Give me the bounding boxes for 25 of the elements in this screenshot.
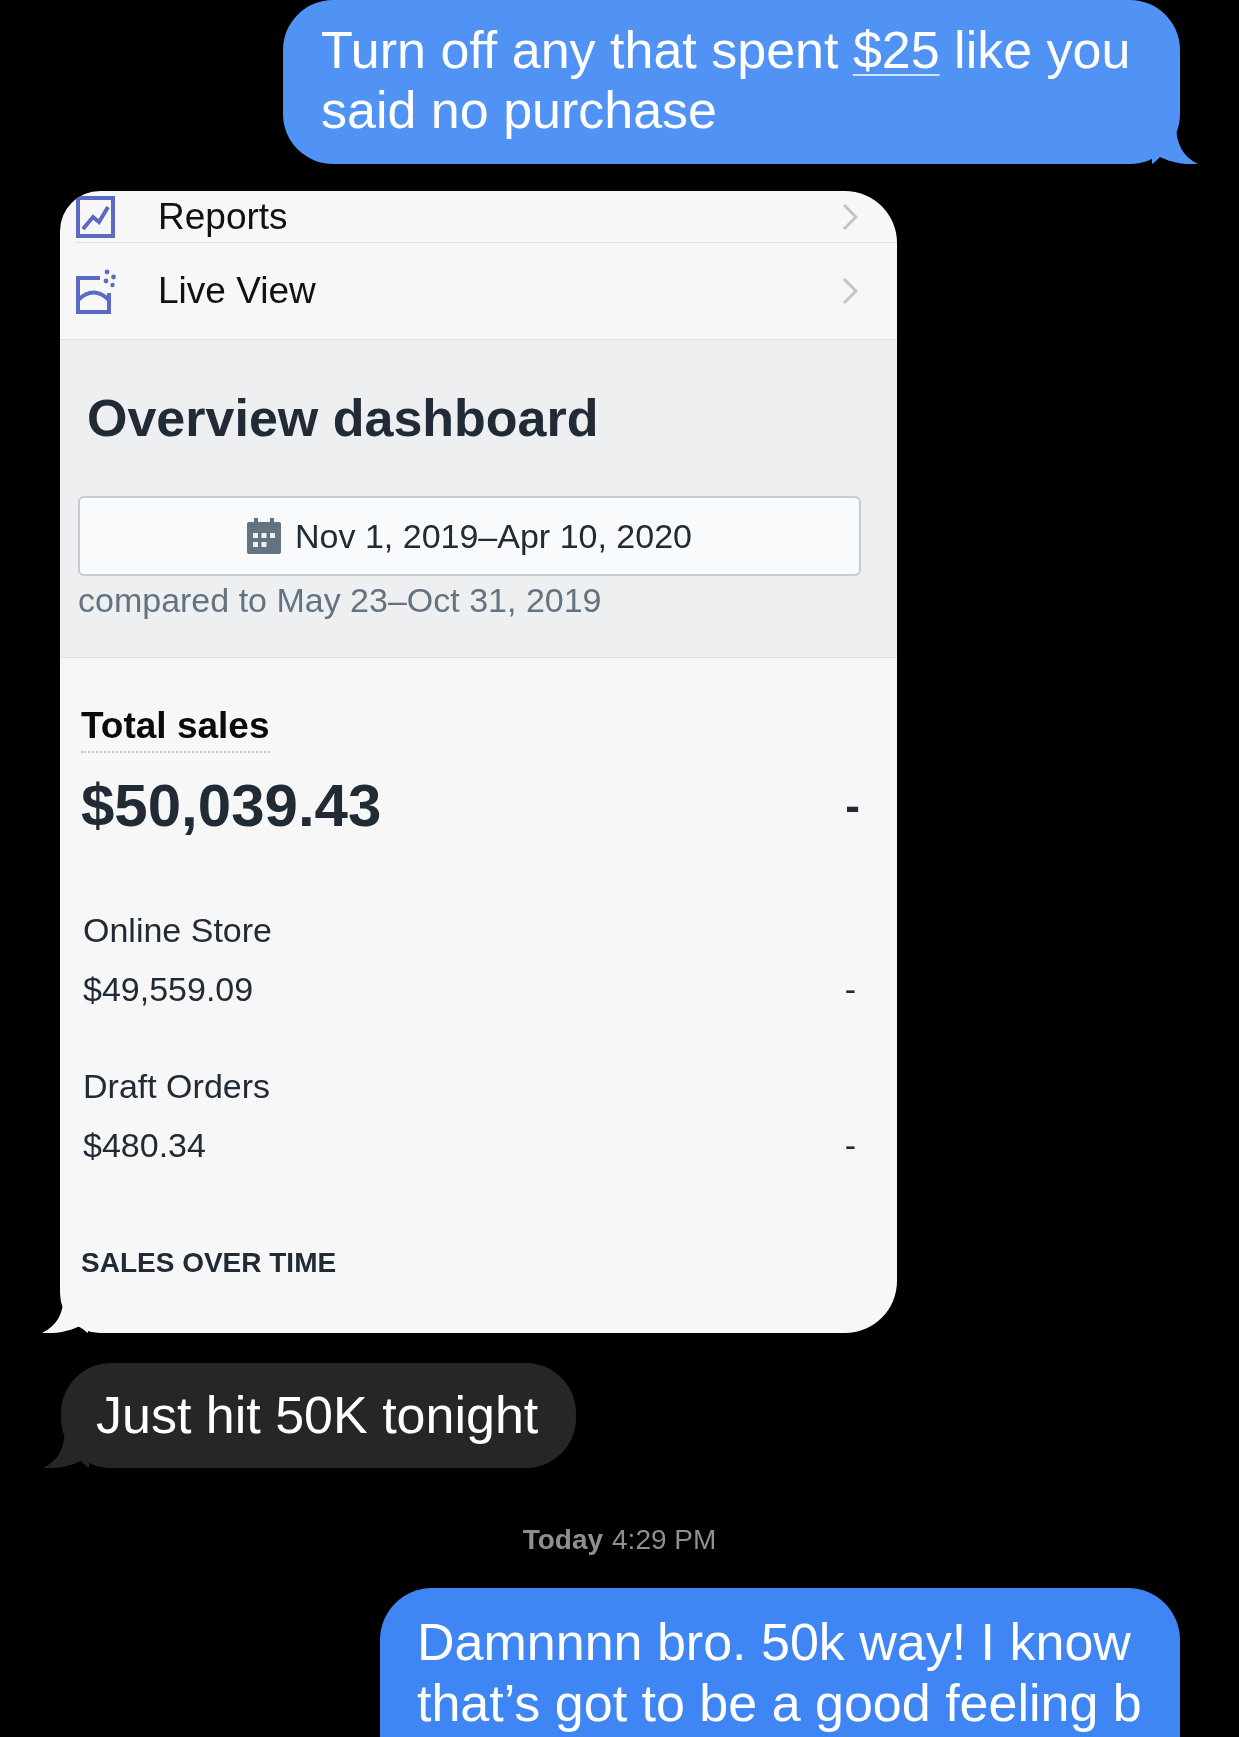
date-range-button[interactable]: Nov 1, 2019–Apr 10, 2020 [78, 496, 861, 576]
change-value: - [844, 969, 857, 1009]
timestamp-day: Today [522, 1523, 604, 1557]
change-value: - [845, 780, 860, 832]
chevron-icon [842, 277, 858, 305]
chevron-icon [842, 202, 858, 231]
channel-label: Draft Orders [82, 1066, 271, 1106]
total-value: $50,039.43 [81, 771, 382, 841]
menu-item[interactable]: Live View [75, 243, 897, 339]
message-text: Damnnnn bro. 50k way! I know that’s got to be a good feeling b [417, 1612, 1143, 1734]
timestamp-time: 4:29 PM [612, 1523, 717, 1557]
page-title: Overview dashboard [86, 388, 600, 448]
calendar-icon [247, 518, 281, 554]
channel-value: $49,559.09 [82, 969, 254, 1009]
menu-item[interactable]: Reports [75, 191, 897, 243]
metric-title: Total sales [81, 706, 270, 753]
section-heading: SALES OVER TIME [81, 1247, 337, 1279]
channel-label: Online Store [82, 910, 272, 950]
change-value: - [844, 1125, 857, 1165]
live-view-icon [75, 268, 116, 314]
chart-icon [75, 194, 116, 239]
message-text: Turn off any that spent $25 like you said no purchase [321, 20, 1132, 140]
channel-value: $480.34 [82, 1125, 206, 1165]
comparison-text: compared to May 23–Oct 31, 2019 [78, 580, 603, 620]
message-text: Just hit 50K tonight [96, 1385, 539, 1445]
